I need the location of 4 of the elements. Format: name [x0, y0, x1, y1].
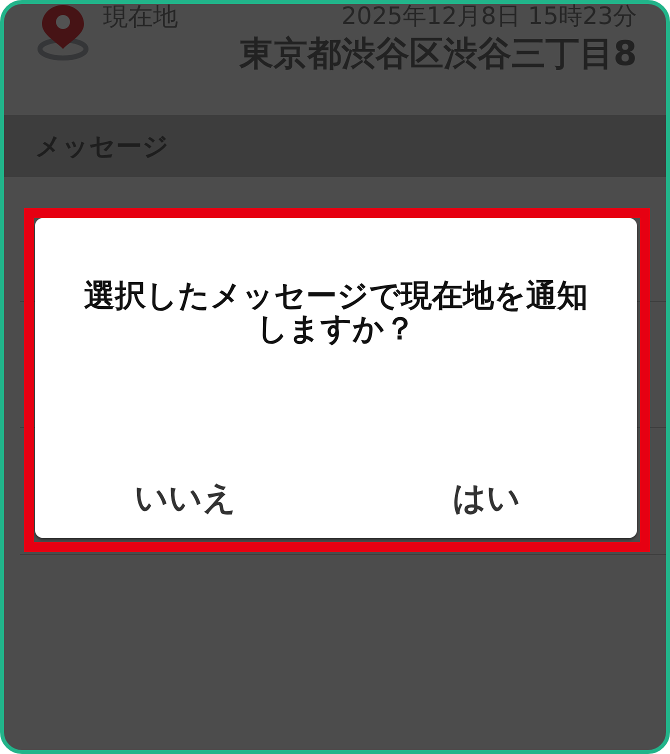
yes-button[interactable]: はい [336, 458, 637, 538]
no-button[interactable]: いいえ [35, 458, 336, 538]
dialog-message: 選択したメッセージで現在地を通知しますか？ [83, 280, 589, 346]
location-pin-icon [37, 4, 89, 61]
